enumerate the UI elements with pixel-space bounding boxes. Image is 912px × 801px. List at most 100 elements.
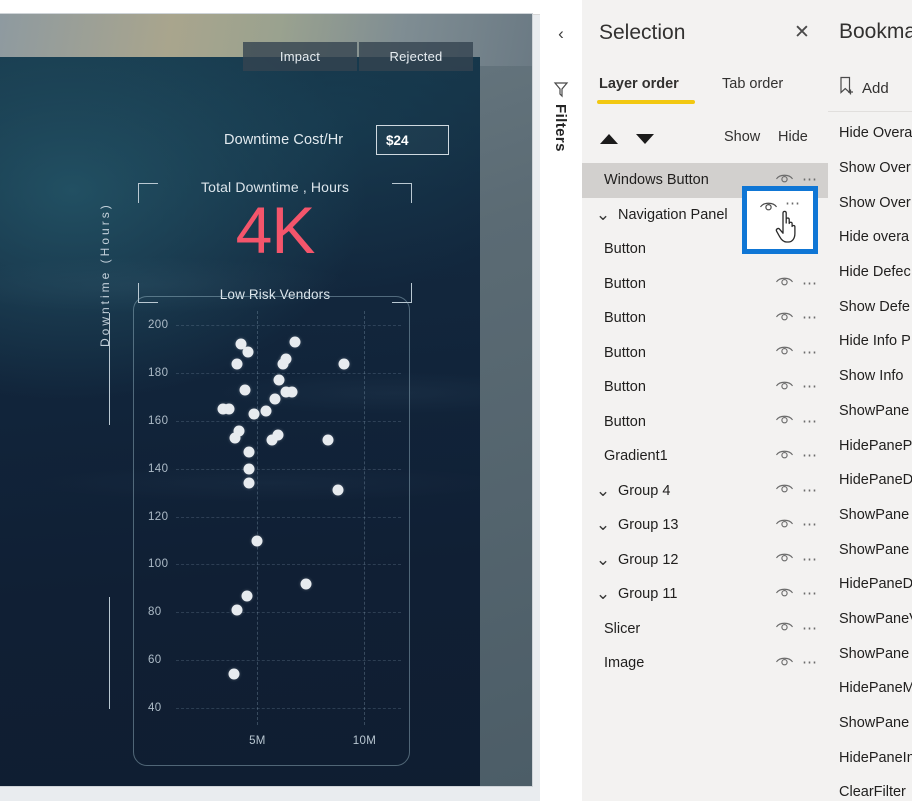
scatter-point[interactable] bbox=[231, 358, 243, 370]
chevron-down-icon[interactable]: ⌄ bbox=[592, 206, 614, 223]
scatter-point[interactable] bbox=[243, 463, 255, 475]
scatter-chart[interactable]: 40 60 80 100 120 140 160 180 200 5M 10M bbox=[133, 296, 410, 766]
bookmark-list-item[interactable]: ShowPane bbox=[828, 636, 912, 671]
more-options-icon[interactable]: ⋯ bbox=[802, 310, 818, 325]
eye-icon[interactable] bbox=[775, 309, 794, 328]
layer-row-button[interactable]: ⌄Button⋯ bbox=[582, 405, 828, 440]
eye-icon[interactable] bbox=[775, 516, 794, 535]
downtime-cost-value-box[interactable]: $24 bbox=[376, 125, 449, 155]
scatter-point[interactable] bbox=[338, 358, 350, 370]
bookmark-list-item[interactable]: ShowPaneV bbox=[828, 602, 912, 637]
bookmark-list-item[interactable]: ShowPane bbox=[828, 706, 912, 741]
eye-icon[interactable] bbox=[775, 585, 794, 604]
more-options-icon[interactable]: ⋯ bbox=[785, 196, 801, 211]
hovered-visibility-toggle-highlight[interactable]: ⋯ bbox=[742, 186, 818, 254]
bookmark-list-item[interactable]: Show Info bbox=[828, 359, 912, 394]
bookmark-list-item[interactable]: Show Over bbox=[828, 185, 912, 220]
bookmark-list-item[interactable]: Show Over bbox=[828, 151, 912, 186]
more-options-icon[interactable]: ⋯ bbox=[802, 621, 818, 636]
bookmark-list-item[interactable]: ShowPane bbox=[828, 532, 912, 567]
scatter-point[interactable] bbox=[277, 358, 289, 370]
layer-row-button[interactable]: ⌄Button⋯ bbox=[582, 370, 828, 405]
layer-row-gradient1[interactable]: ⌄Gradient1⋯ bbox=[582, 439, 828, 474]
tab-tab-order[interactable]: Tab order bbox=[722, 76, 783, 92]
filters-pane-label[interactable]: Filters bbox=[552, 104, 569, 152]
eye-icon[interactable] bbox=[775, 378, 794, 397]
layer-row-group-13[interactable]: ⌄ Group 13 ⋯ bbox=[582, 508, 828, 543]
chevron-down-icon[interactable]: ⌄ bbox=[592, 516, 614, 533]
scatter-point[interactable] bbox=[228, 668, 240, 680]
eye-icon[interactable] bbox=[775, 481, 794, 500]
eye-icon[interactable] bbox=[775, 619, 794, 638]
eye-icon[interactable] bbox=[759, 199, 778, 218]
eye-icon[interactable] bbox=[775, 654, 794, 673]
bookmark-list-item[interactable]: ShowPane bbox=[828, 498, 912, 533]
layer-row-button[interactable]: ⌄Button⋯ bbox=[582, 336, 828, 371]
bookmark-list-item[interactable]: HidePaneP bbox=[828, 428, 912, 463]
bookmark-list-item[interactable]: Hide Overa bbox=[828, 116, 912, 151]
scatter-point[interactable] bbox=[231, 604, 243, 616]
scatter-point[interactable] bbox=[248, 408, 260, 420]
bookmark-list-item[interactable]: HidePaneD bbox=[828, 567, 912, 602]
scatter-point[interactable] bbox=[269, 393, 281, 405]
more-options-icon[interactable]: ⋯ bbox=[802, 586, 818, 601]
close-icon[interactable]: ✕ bbox=[792, 23, 812, 43]
bookmark-list-item[interactable]: HidePaneD bbox=[828, 463, 912, 498]
scatter-point[interactable] bbox=[243, 446, 255, 458]
layer-row-group-11[interactable]: ⌄ Group 11 ⋯ bbox=[582, 577, 828, 612]
scatter-point[interactable] bbox=[242, 346, 254, 358]
report-tab-impact[interactable]: Impact bbox=[243, 42, 357, 71]
move-layer-down-button[interactable] bbox=[634, 128, 656, 150]
chevron-down-icon[interactable]: ⌄ bbox=[592, 585, 614, 602]
layer-row-slicer[interactable]: ⌄Slicer⋯ bbox=[582, 612, 828, 647]
scatter-point[interactable] bbox=[273, 374, 285, 386]
bookmark-list-item[interactable]: HidePaneIn bbox=[828, 740, 912, 775]
more-options-icon[interactable]: ⋯ bbox=[802, 483, 818, 498]
more-options-icon[interactable]: ⋯ bbox=[802, 172, 818, 187]
chevron-down-icon[interactable]: ⌄ bbox=[592, 551, 614, 568]
scatter-point[interactable] bbox=[289, 336, 301, 348]
more-options-icon[interactable]: ⋯ bbox=[802, 655, 818, 670]
bookmark-list-item[interactable]: ClearFilter bbox=[828, 775, 912, 801]
bookmark-list-item[interactable]: Hide Info P bbox=[828, 324, 912, 359]
scatter-point[interactable] bbox=[260, 405, 271, 417]
bookmark-list-item[interactable]: Show Defe bbox=[828, 289, 912, 324]
more-options-icon[interactable]: ⋯ bbox=[802, 517, 818, 532]
layer-row-button[interactable]: ⌄Button⋯ bbox=[582, 267, 828, 302]
scatter-point[interactable] bbox=[241, 590, 253, 601]
more-options-icon[interactable]: ⋯ bbox=[802, 276, 818, 291]
layer-row-group-12[interactable]: ⌄ Group 12 ⋯ bbox=[582, 543, 828, 578]
more-options-icon[interactable]: ⋯ bbox=[802, 448, 818, 463]
chevron-left-icon[interactable]: ‹ bbox=[552, 25, 570, 43]
eye-icon[interactable] bbox=[775, 274, 794, 293]
chevron-down-icon[interactable]: ⌄ bbox=[592, 482, 614, 499]
scatter-point[interactable] bbox=[239, 384, 251, 396]
bookmark-list-item[interactable]: ShowPane bbox=[828, 394, 912, 429]
scatter-point[interactable] bbox=[300, 578, 312, 590]
scatter-point[interactable] bbox=[243, 477, 255, 489]
eye-icon[interactable] bbox=[775, 447, 794, 466]
funnel-icon[interactable] bbox=[552, 80, 570, 98]
scatter-point[interactable] bbox=[322, 434, 334, 446]
layer-row-image[interactable]: ⌄Image⋯ bbox=[582, 646, 828, 681]
scatter-point[interactable] bbox=[266, 434, 277, 446]
more-options-icon[interactable]: ⋯ bbox=[802, 552, 818, 567]
bookmark-list-item[interactable]: Hide Defec bbox=[828, 255, 912, 290]
more-options-icon[interactable]: ⋯ bbox=[802, 414, 818, 429]
move-layer-up-button[interactable] bbox=[598, 128, 620, 150]
eye-icon[interactable] bbox=[775, 412, 794, 431]
bookmark-list-item[interactable]: Hide overa bbox=[828, 220, 912, 255]
eye-icon[interactable] bbox=[775, 550, 794, 569]
layer-row-group-4[interactable]: ⌄ Group 4 ⋯ bbox=[582, 474, 828, 509]
more-options-icon[interactable]: ⋯ bbox=[802, 345, 818, 360]
add-bookmark-button[interactable]: Add bbox=[839, 76, 889, 100]
bookmark-list-item[interactable]: HidePaneM bbox=[828, 671, 912, 706]
scatter-point[interactable] bbox=[286, 386, 298, 398]
show-all-button[interactable]: Show bbox=[724, 129, 760, 145]
scatter-point[interactable] bbox=[223, 403, 235, 415]
more-options-icon[interactable]: ⋯ bbox=[802, 379, 818, 394]
scatter-point[interactable] bbox=[332, 484, 344, 496]
hide-all-button[interactable]: Hide bbox=[778, 129, 808, 145]
layer-row-button[interactable]: ⌄Button⋯ bbox=[582, 301, 828, 336]
eye-icon[interactable] bbox=[775, 343, 794, 362]
